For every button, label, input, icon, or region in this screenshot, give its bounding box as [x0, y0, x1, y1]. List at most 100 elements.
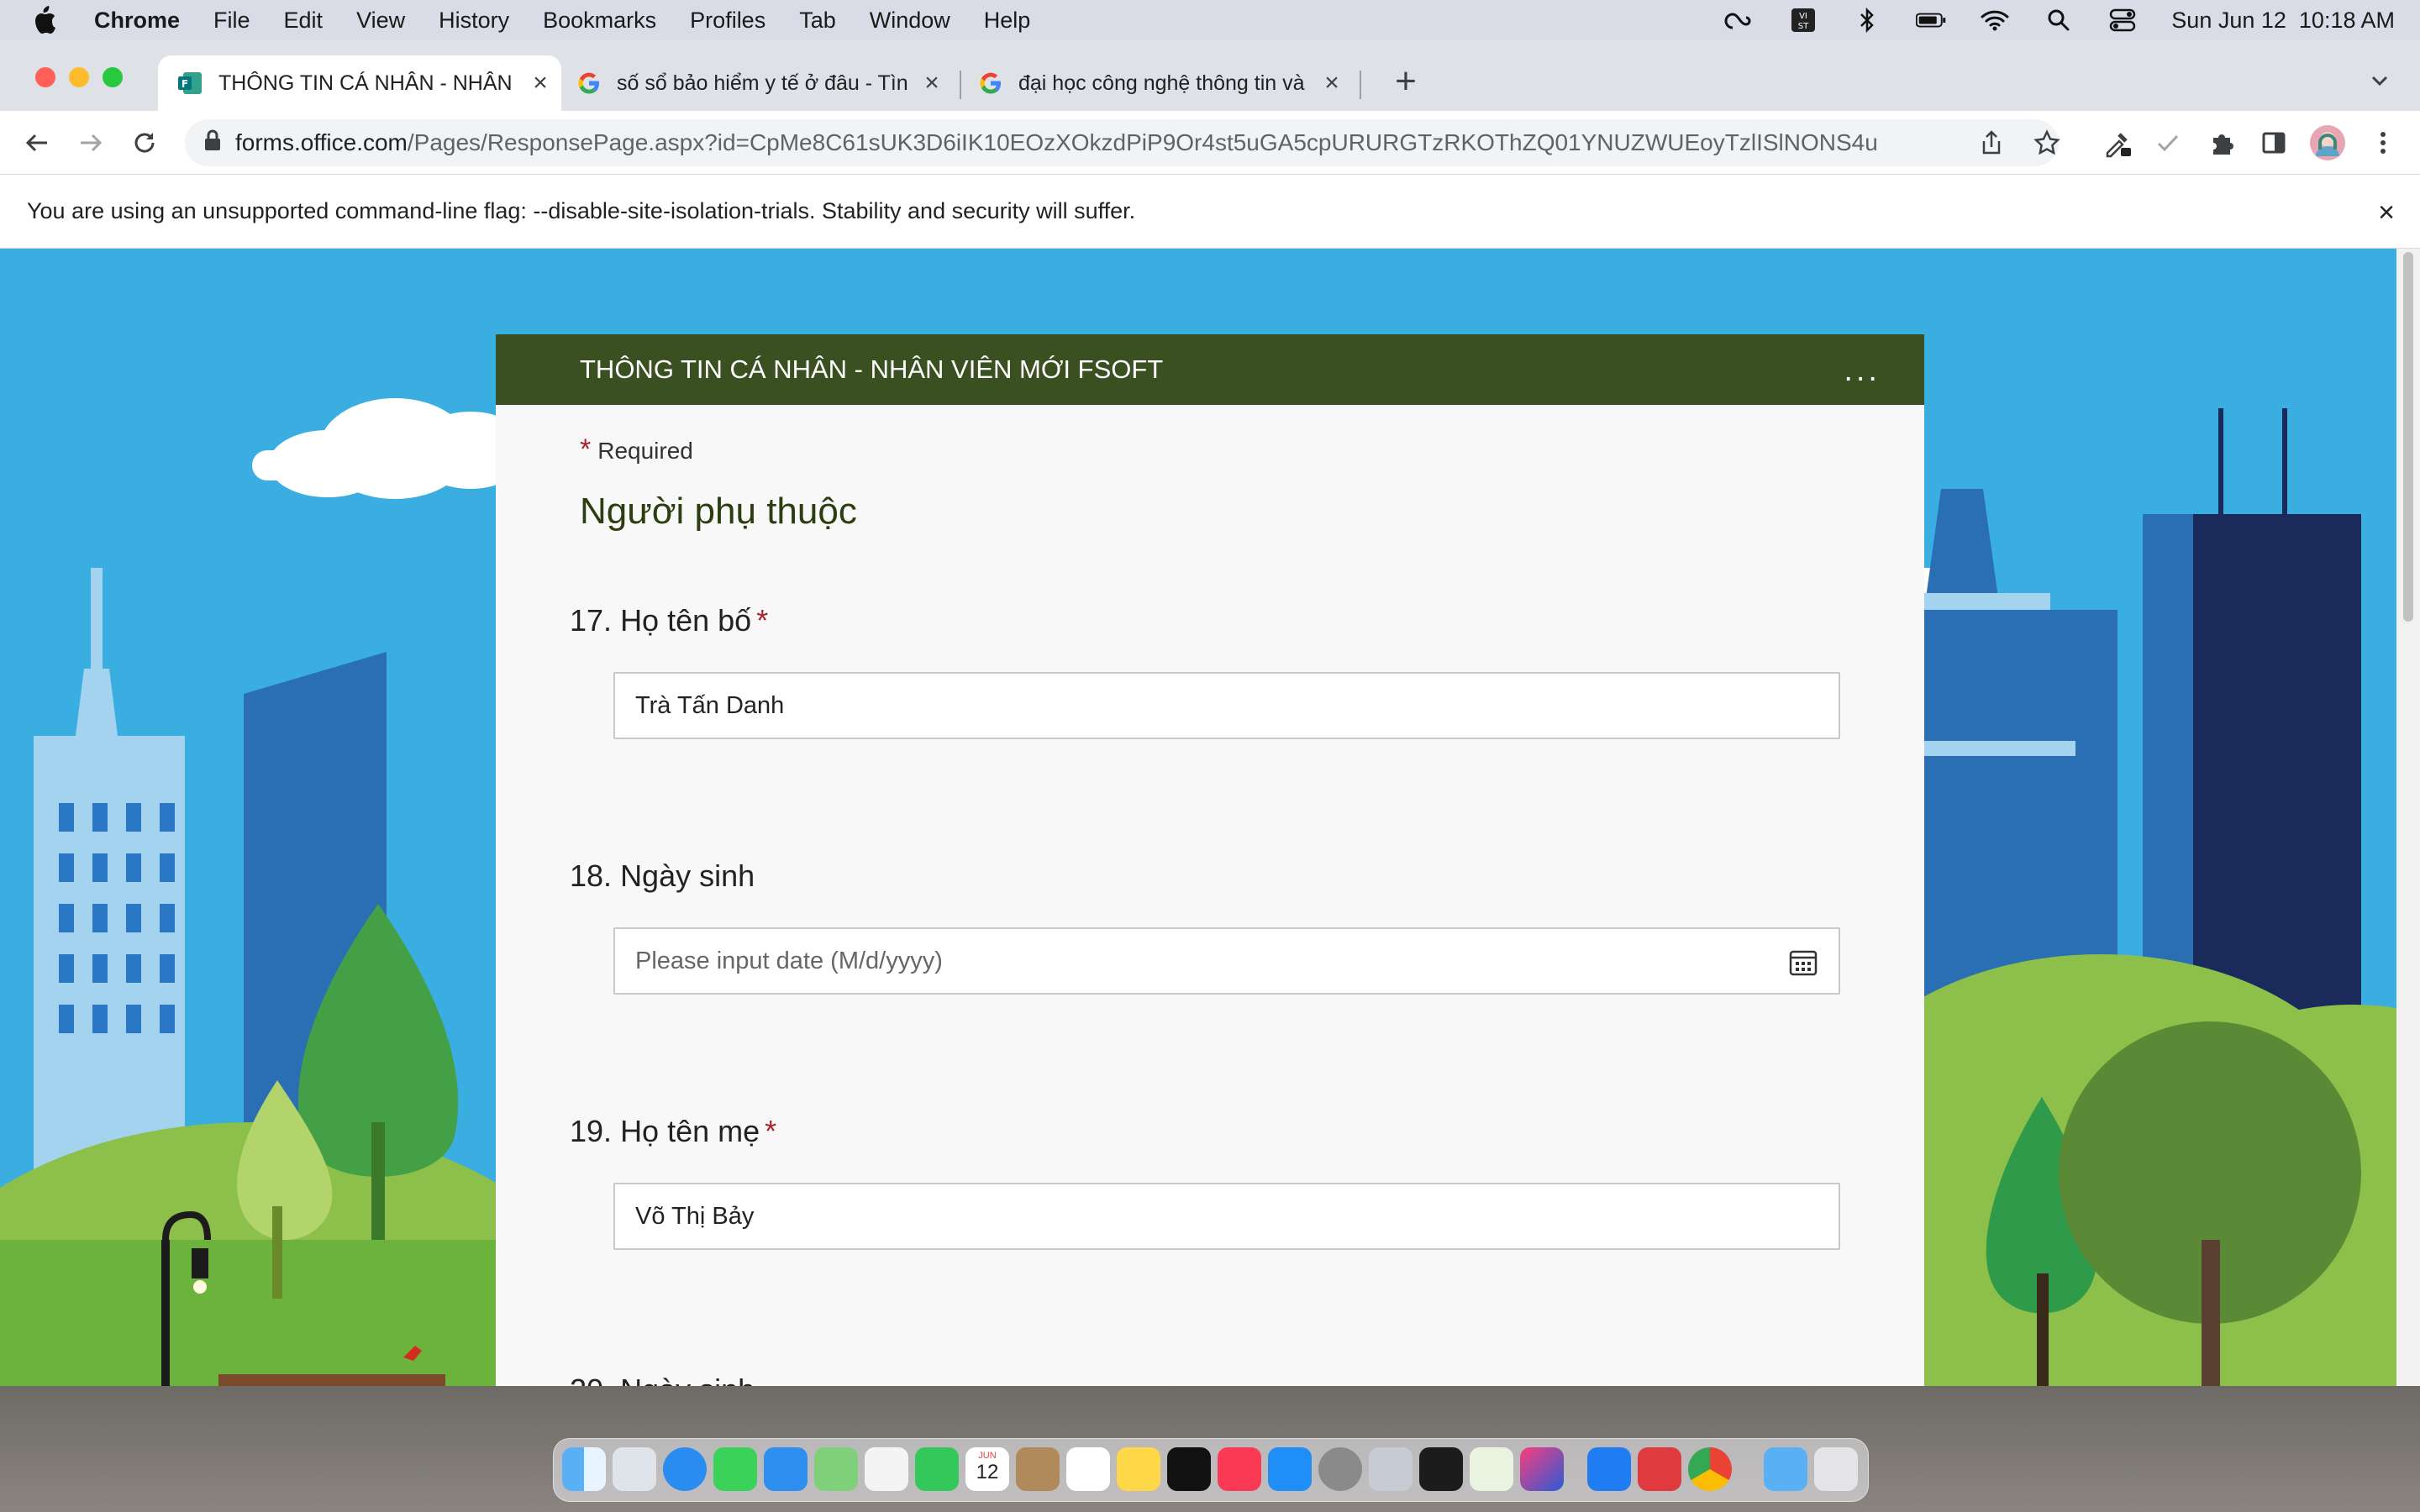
- disk-utility-icon[interactable]: [1369, 1447, 1413, 1491]
- forward-arrow-icon[interactable]: [71, 123, 111, 163]
- side-panel-icon[interactable]: [2254, 123, 2294, 163]
- safari-icon[interactable]: [663, 1447, 707, 1491]
- tab-search-chevron-down-icon[interactable]: [2368, 69, 2391, 97]
- mother-name-input[interactable]: Võ Thị Bảy: [613, 1183, 1840, 1250]
- close-tab-icon[interactable]: ×: [528, 69, 553, 97]
- input-source-icon[interactable]: VI ST: [1788, 8, 1818, 33]
- new-tab-button[interactable]: +: [1385, 60, 1427, 102]
- chrome-app-icon[interactable]: [1688, 1447, 1732, 1491]
- spotlight-icon[interactable]: [2044, 8, 2074, 33]
- contacts-icon[interactable]: [1016, 1447, 1060, 1491]
- facetime-icon[interactable]: [915, 1447, 959, 1491]
- minimize-window-button[interactable]: [69, 67, 89, 87]
- tab-google-search-2[interactable]: đại học công nghệ thông tin và ×: [968, 55, 1351, 111]
- close-icon[interactable]: ×: [2378, 197, 2395, 229]
- menu-view[interactable]: View: [356, 8, 405, 34]
- more-options-icon[interactable]: ...: [1844, 353, 1881, 389]
- tab-separator: [1360, 71, 1361, 99]
- notes-icon[interactable]: [1117, 1447, 1160, 1491]
- menu-history[interactable]: History: [439, 8, 509, 34]
- checkmark-extension-icon[interactable]: [2148, 123, 2188, 163]
- close-tab-icon[interactable]: ×: [919, 69, 944, 97]
- url-host: forms.office.com: [235, 129, 408, 155]
- close-tab-icon[interactable]: ×: [1319, 69, 1344, 97]
- downloads-folder-icon[interactable]: [1764, 1447, 1807, 1491]
- finder-icon[interactable]: [562, 1447, 606, 1491]
- wifi-icon[interactable]: [1980, 8, 2010, 33]
- reminders-icon[interactable]: [1066, 1447, 1110, 1491]
- share-icon[interactable]: [1971, 123, 2012, 163]
- trash-icon[interactable]: [1814, 1447, 1858, 1491]
- google-icon: [978, 71, 1003, 96]
- infobar-message: You are using an unsupported command-lin…: [27, 198, 1136, 223]
- launchpad-icon[interactable]: [613, 1447, 656, 1491]
- back-arrow-icon[interactable]: [17, 123, 57, 163]
- maps-icon[interactable]: [814, 1447, 858, 1491]
- question-label: Họ tên mẹ: [620, 1114, 760, 1148]
- zoom-window-button[interactable]: [103, 67, 123, 87]
- father-name-input[interactable]: Trà Tấn Danh: [613, 672, 1840, 739]
- bookmark-star-icon[interactable]: [2027, 123, 2067, 163]
- lock-icon[interactable]: [203, 129, 222, 158]
- sourcetree-icon[interactable]: [1470, 1447, 1513, 1491]
- intellij-icon[interactable]: [1520, 1447, 1564, 1491]
- question-label: Họ tên bố: [620, 603, 752, 638]
- tab-title: số sổ bảo hiểm y tế ở đâu - Tìn: [617, 71, 908, 95]
- chrome-menu-icon[interactable]: [2363, 123, 2403, 163]
- creative-cloud-icon[interactable]: [1724, 8, 1754, 33]
- app-store-icon[interactable]: [1268, 1447, 1312, 1491]
- tab-forms[interactable]: F THÔNG TIN CÁ NHÂN - NHÂN ×: [158, 55, 561, 111]
- svg-text:ST: ST: [1798, 22, 1809, 31]
- question-number: 18.: [570, 858, 613, 893]
- question-number: 19.: [570, 1114, 613, 1148]
- reload-icon[interactable]: [124, 123, 165, 163]
- calendar-month: JUN: [978, 1451, 997, 1461]
- apple-tv-icon[interactable]: [1167, 1447, 1211, 1491]
- tab-title: THÔNG TIN CÁ NHÂN - NHÂN: [218, 71, 513, 95]
- question-number: 20.: [570, 1373, 612, 1386]
- music-icon[interactable]: [1218, 1447, 1261, 1491]
- tab-google-search-1[interactable]: số sổ bảo hiểm y tế ở đâu - Tìn ×: [568, 55, 951, 111]
- date-placeholder: Please input date (M/d/yyyy): [635, 947, 943, 974]
- macos-menu-bar: Chrome File Edit View History Bookmarks …: [0, 0, 2420, 40]
- bluetooth-icon[interactable]: [1852, 8, 1882, 33]
- menu-edit[interactable]: Edit: [284, 8, 324, 34]
- question-18: 18. Ngày sinh: [570, 858, 755, 894]
- form-header: THÔNG TIN CÁ NHÂN - NHÂN VIÊN MỚI FSOFT …: [496, 334, 1924, 405]
- calendar-app-icon[interactable]: JUN 12: [965, 1447, 1009, 1491]
- father-birthdate-input[interactable]: Please input date (M/d/yyyy): [613, 927, 1840, 995]
- question-number: 17.: [570, 603, 613, 638]
- calendar-icon[interactable]: [1788, 948, 1818, 984]
- menu-tab[interactable]: Tab: [799, 8, 836, 34]
- control-center-icon[interactable]: [2107, 8, 2138, 33]
- menubar-clock[interactable]: Sun Jun 12 10:18 AM: [2171, 8, 2395, 34]
- system-preferences-icon[interactable]: [1318, 1447, 1362, 1491]
- address-bar[interactable]: forms.office.com/Pages/ResponsePage.aspx…: [185, 119, 2059, 166]
- svg-text:VI: VI: [1799, 12, 1807, 21]
- photos-icon[interactable]: [865, 1447, 908, 1491]
- scrollbar-thumb[interactable]: [2403, 252, 2413, 622]
- battery-icon[interactable]: [1916, 8, 1946, 33]
- menu-bookmarks[interactable]: Bookmarks: [543, 8, 656, 34]
- required-star: *: [580, 433, 592, 465]
- form-title: THÔNG TIN CÁ NHÂN - NHÂN VIÊN MỚI FSOFT: [580, 354, 1164, 384]
- menu-profiles[interactable]: Profiles: [690, 8, 765, 34]
- eyedropper-extension-icon[interactable]: [2097, 123, 2138, 163]
- messages-icon[interactable]: [713, 1447, 757, 1491]
- google-icon: [576, 71, 602, 96]
- menu-help[interactable]: Help: [984, 8, 1031, 34]
- menu-window[interactable]: Window: [870, 8, 950, 34]
- page-content: THÔNG TIN CÁ NHÂN - NHÂN VIÊN MỚI FSOFT …: [0, 249, 2420, 1386]
- zalo-icon[interactable]: [1587, 1447, 1631, 1491]
- creative-cloud-app-icon[interactable]: [1638, 1447, 1681, 1491]
- terminal-icon[interactable]: [1419, 1447, 1463, 1491]
- menu-app-name[interactable]: Chrome: [94, 8, 180, 34]
- menu-file[interactable]: File: [213, 8, 250, 34]
- apple-menu-icon[interactable]: [32, 6, 66, 34]
- question-label: Ngày sinh: [620, 1373, 755, 1386]
- page-scrollbar[interactable]: [2396, 249, 2420, 1386]
- extensions-puzzle-icon[interactable]: [2202, 123, 2242, 163]
- close-window-button[interactable]: [35, 67, 55, 87]
- profile-avatar-icon[interactable]: [2307, 123, 2348, 163]
- mail-icon[interactable]: [764, 1447, 808, 1491]
